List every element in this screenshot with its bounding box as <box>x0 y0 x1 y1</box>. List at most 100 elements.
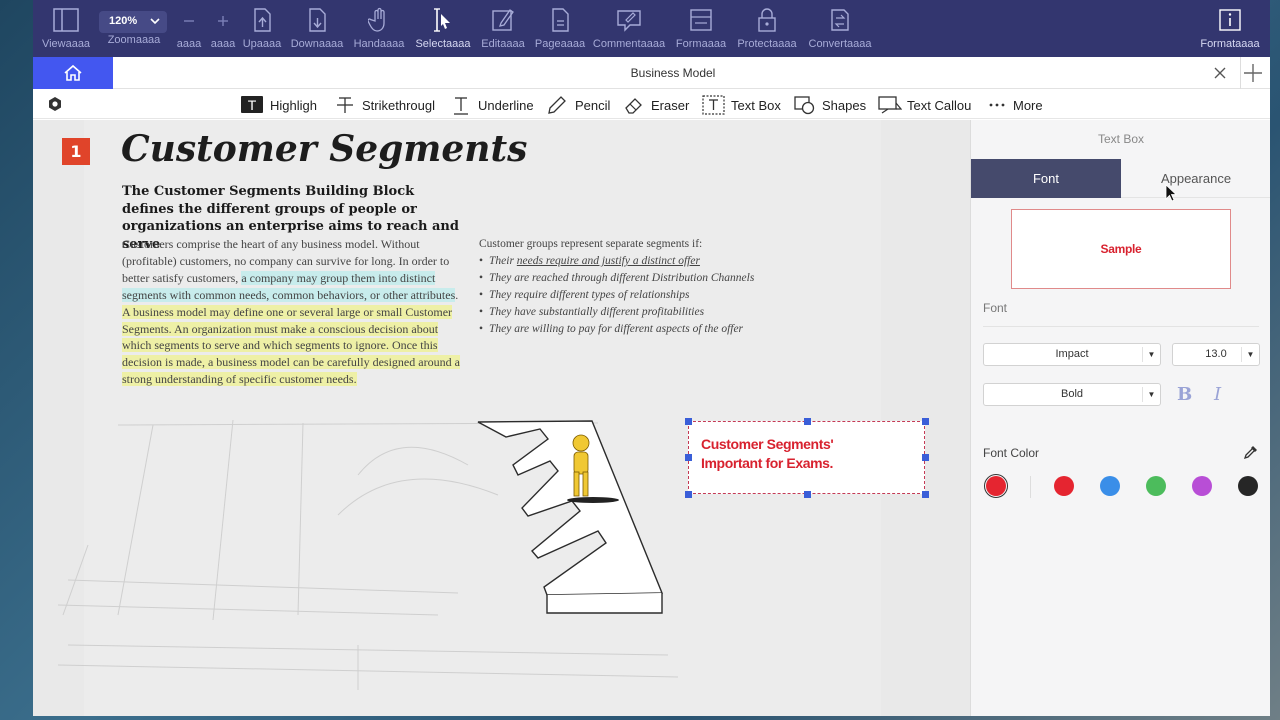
resize-handle[interactable] <box>922 491 929 498</box>
color-swatch-black[interactable] <box>1238 476 1258 496</box>
document-tab[interactable]: Business Model <box>113 57 1233 89</box>
resize-handle[interactable] <box>922 454 929 461</box>
resize-handle[interactable] <box>685 418 692 425</box>
highlight-label: Highligh <box>270 98 317 113</box>
zoom-value: 120% <box>109 15 138 27</box>
text-box-tool[interactable]: Text Box <box>702 95 782 115</box>
resize-handle[interactable] <box>922 418 929 425</box>
tab-font[interactable]: Font <box>971 159 1121 198</box>
text-callout-label: Text Callou <box>907 98 972 113</box>
hand-tool-button[interactable]: Handaaaa <box>349 6 409 54</box>
tab-title: Business Model <box>630 66 716 80</box>
pencil-tool[interactable]: Pencil <box>547 95 611 115</box>
resize-handle[interactable] <box>804 418 811 425</box>
bold-button[interactable]: B <box>1177 384 1192 405</box>
pencil-label: Pencil <box>575 98 611 113</box>
resize-handle[interactable] <box>685 454 692 461</box>
eraser-icon <box>625 98 642 114</box>
shapes-tool[interactable]: Shapes <box>794 95 866 115</box>
underline-label: Underline <box>478 98 534 113</box>
tab-appearance[interactable]: Appearance <box>1121 159 1270 198</box>
view-button[interactable]: Viewaaaa <box>37 6 95 54</box>
page-down-label: Downaaaa <box>290 38 344 50</box>
protect-button[interactable]: Protectaaaa <box>733 6 801 54</box>
page-down-button[interactable]: Downaaaa <box>287 6 347 54</box>
settings-icon[interactable] <box>47 96 63 112</box>
font-weight-value: Bold <box>1060 388 1084 400</box>
form-button[interactable]: Formaaaa <box>669 6 733 54</box>
text-box-icon <box>702 95 725 115</box>
page-up-button[interactable]: Upaaaa <box>239 6 285 54</box>
tab-divider <box>1240 57 1241 89</box>
zoom-out-icon <box>184 20 194 22</box>
dropdown-arrow-icon: ▼ <box>1241 347 1259 362</box>
highlight-tool[interactable]: T Highligh <box>241 95 321 115</box>
document-body-paragraph: Customers comprise the heart of any busi… <box>122 236 467 388</box>
more-label: More <box>1013 98 1043 113</box>
color-swatch-green[interactable] <box>1146 476 1166 496</box>
underlined-text[interactable]: needs require and justify a distinct off… <box>517 255 700 267</box>
text-box-line-1: Customer Segments' <box>701 436 834 452</box>
convert-button[interactable]: Convertaaaa <box>803 6 877 54</box>
format-button[interactable]: Formataaaa <box>1195 6 1265 54</box>
resize-handle[interactable] <box>685 491 692 498</box>
document-segment-list: Customer groups represent separate segme… <box>479 236 809 337</box>
zoom-out-button[interactable]: aaaa <box>173 6 205 54</box>
panel-title: Text Box <box>1097 132 1145 146</box>
zoom-in-label: aaaa <box>210 38 236 50</box>
font-preview-text: Sample <box>1100 242 1142 256</box>
font-family-value: Impact <box>1055 348 1089 360</box>
eraser-tool[interactable]: Eraser <box>624 95 690 115</box>
zoom-in-icon <box>218 16 228 26</box>
zoom-in-button[interactable]: aaaa <box>207 6 239 54</box>
panel-tabs: Font Appearance <box>971 159 1270 198</box>
select-cursor-icon <box>434 8 450 32</box>
view-label: Viewaaaa <box>41 38 91 50</box>
sidebar-icon <box>53 8 79 32</box>
color-swatch-red[interactable] <box>1054 476 1074 496</box>
list-item: They require different types of relation… <box>479 287 809 304</box>
font-family-select[interactable]: Impact ▼ <box>983 343 1161 366</box>
resize-handle[interactable] <box>804 491 811 498</box>
home-button[interactable] <box>33 57 113 89</box>
font-weight-select[interactable]: Bold ▼ <box>983 383 1161 406</box>
pencil-icon <box>548 96 566 114</box>
shapes-label: Shapes <box>822 98 867 113</box>
document-heading: Customer Segments <box>121 128 528 170</box>
font-preview: Sample <box>1011 209 1231 289</box>
svg-text:T: T <box>248 97 257 113</box>
underline-tool[interactable]: Underline <box>452 95 534 115</box>
page-up-label: Upaaaa <box>242 38 282 50</box>
properties-panel: Text Box Font Appearance Sample Font Imp… <box>970 120 1270 716</box>
strikethrough-tool[interactable]: Strikethrougl <box>336 95 436 115</box>
text-box-content[interactable]: Customer Segments' Important for Exams. <box>701 435 834 473</box>
yellow-highlight[interactable]: A business model may define one or sever… <box>122 304 460 387</box>
text-box-annotation[interactable]: Customer Segments' Important for Exams. <box>685 418 929 498</box>
segments-illustration <box>58 419 678 690</box>
comment-button[interactable]: Commentaaaa <box>591 6 667 54</box>
edit-label: Editaaaa <box>481 38 525 50</box>
form-icon <box>690 9 712 31</box>
chevron-down-icon <box>150 18 160 25</box>
highlight-icon: T <box>241 96 263 113</box>
eyedropper-icon[interactable] <box>1243 444 1259 460</box>
plus-icon[interactable] <box>1242 62 1264 84</box>
italic-button[interactable]: I <box>1214 384 1221 405</box>
close-icon[interactable] <box>1213 66 1227 80</box>
select-tool-button[interactable]: Selectaaaa <box>411 6 475 54</box>
color-swatch-current[interactable] <box>986 476 1006 496</box>
more-tools[interactable]: More <box>988 95 1050 115</box>
font-color-label: Font Color <box>983 446 1040 460</box>
color-swatch-blue[interactable] <box>1100 476 1120 496</box>
annotation-toolbar: T Highligh Strikethrougl Underline Penci… <box>33 89 1270 119</box>
font-size-select[interactable]: 13.0 ▼ <box>1172 343 1260 366</box>
color-swatch-purple[interactable] <box>1192 476 1212 496</box>
main-toolbar: Viewaaaa 120% Zoomaaaa aaaa aaaa Upaaaa … <box>33 0 1270 57</box>
edit-button[interactable]: Editaaaa <box>475 6 531 54</box>
list-item: They have substantially different profit… <box>479 304 809 321</box>
page-button[interactable]: Pageaaaa <box>531 6 589 54</box>
text-callout-tool[interactable]: Text Callou <box>878 95 972 115</box>
edit-icon <box>492 9 514 31</box>
strikethrough-label: Strikethrougl <box>362 98 435 113</box>
list-item: They are reached through different Distr… <box>479 270 809 287</box>
